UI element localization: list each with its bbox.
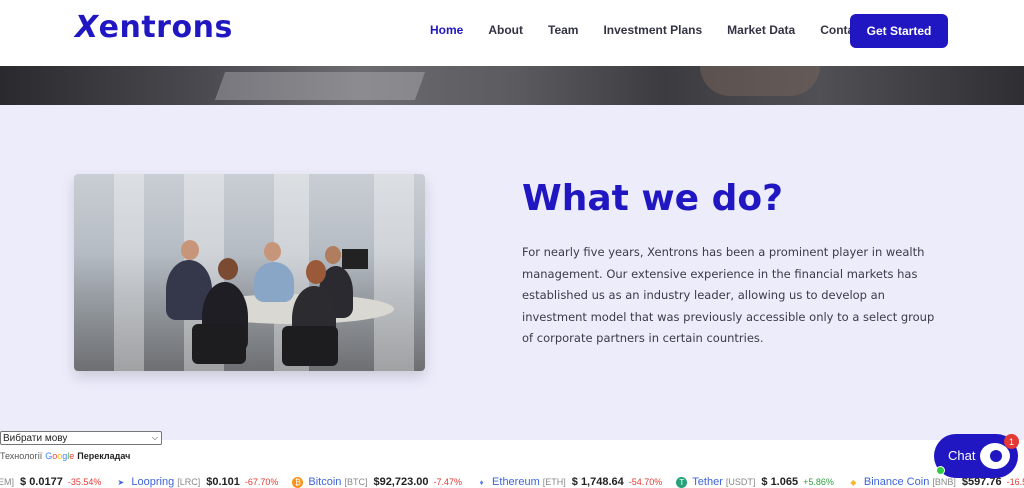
person-head: [218, 258, 238, 280]
ticker-change: -7.47%: [433, 477, 463, 487]
ticker-name: Binance Coin: [863, 476, 930, 488]
window-panel: [114, 174, 144, 371]
ticker-change: -16.59%: [1006, 477, 1024, 487]
logo-text: entrons: [98, 10, 233, 45]
translate-link[interactable]: Перекладач: [77, 451, 130, 461]
office-meeting-image: [74, 174, 425, 371]
brand-logo[interactable]: Xentrons: [75, 10, 233, 45]
ticker-symbol: [BNB]: [932, 477, 956, 487]
ticker-price: $0.101: [206, 476, 240, 488]
person-head: [306, 260, 326, 284]
ticker-price: $ 0.0177: [20, 476, 63, 488]
ticker-symbol: [LRC]: [177, 477, 201, 487]
ticker-change: -35.54%: [67, 477, 102, 487]
google-logo-text: Google: [45, 451, 74, 461]
ticker-item[interactable]: EM] $ 0.0177 -35.54%: [0, 476, 101, 488]
ticker-price: $ 1,748.64: [571, 476, 624, 488]
hero-shape-hand: [700, 66, 820, 96]
section-heading: What we do?: [522, 178, 783, 219]
section-body: For nearly five years, Xentrons has been…: [522, 245, 935, 345]
ticker-item[interactable]: T Tether [USDT] $ 1.065 +5.86%: [676, 476, 834, 488]
loopring-icon: ➤: [117, 477, 125, 487]
ticker-symbol: EM]: [0, 477, 15, 487]
ticker-symbol: [USDT]: [725, 477, 756, 487]
logo-mark: X: [75, 10, 99, 45]
person-shape: [254, 262, 294, 302]
crypto-ticker: EM] $ 0.0177 -35.54% ➤ Loopring [LRC] $0…: [0, 476, 1024, 488]
chevron-down-icon: ⌵: [151, 433, 158, 442]
ticker-change: +5.86%: [803, 477, 834, 487]
chat-label: Chat: [948, 448, 976, 463]
nav-about[interactable]: About: [488, 23, 523, 37]
person-head: [181, 240, 199, 260]
person-head: [264, 242, 281, 261]
chair-shape: [192, 324, 246, 364]
ticker-price: $ 1.065: [761, 476, 799, 488]
ticker-price: $92,723.00: [373, 476, 429, 488]
person-head: [325, 246, 341, 264]
language-select-value: Вибрати мову: [3, 432, 68, 444]
google-letter: e: [69, 451, 75, 461]
language-select[interactable]: Вибрати мову ⌵: [0, 431, 162, 445]
binance-coin-icon: ◆: [850, 477, 857, 487]
powered-by-label: Технології: [0, 451, 43, 461]
ticker-name: Bitcoin: [308, 476, 342, 488]
hero-image-strip: [0, 66, 1024, 105]
nav-market-data[interactable]: Market Data: [727, 23, 795, 37]
ticker-item[interactable]: ➤ Loopring [LRC] $0.101 -67.70%: [115, 476, 279, 488]
nav-team[interactable]: Team: [548, 23, 578, 37]
get-started-button[interactable]: Get Started: [850, 14, 948, 48]
ticker-symbol: [ETH]: [542, 477, 566, 487]
ticker-item[interactable]: ₿ Bitcoin [BTC] $92,723.00 -7.47%: [292, 476, 462, 488]
tether-icon: T: [676, 476, 688, 488]
ticker-name: Ethereum: [492, 476, 540, 488]
nav-investment-plans[interactable]: Investment Plans: [603, 23, 702, 37]
ticker-change: -67.70%: [244, 477, 279, 487]
hero-shape-laptop: [214, 72, 426, 100]
monitor-shape: [342, 249, 368, 269]
window-panel: [374, 174, 414, 371]
chat-notification-badge: 1: [1004, 434, 1019, 449]
ticker-item[interactable]: ♦ Ethereum [ETH] $ 1,748.64 -54.70%: [476, 476, 663, 488]
online-status-dot: [936, 466, 945, 475]
ticker-name: Loopring: [131, 476, 175, 488]
chair-shape: [282, 326, 338, 366]
top-navbar: Xentrons Home About Team Investment Plan…: [0, 0, 1024, 66]
nav-home[interactable]: Home: [430, 23, 463, 37]
bitcoin-icon: ₿: [292, 476, 304, 488]
ticker-change: -54.70%: [628, 477, 663, 487]
google-translate-credit: Технології Google Перекладач: [0, 451, 130, 461]
ticker-name: Tether: [692, 476, 723, 488]
ethereum-icon: ♦: [479, 477, 484, 487]
ticker-symbol: [BTC]: [344, 477, 368, 487]
main-nav: Home About Team Investment Plans Market …: [430, 23, 890, 37]
